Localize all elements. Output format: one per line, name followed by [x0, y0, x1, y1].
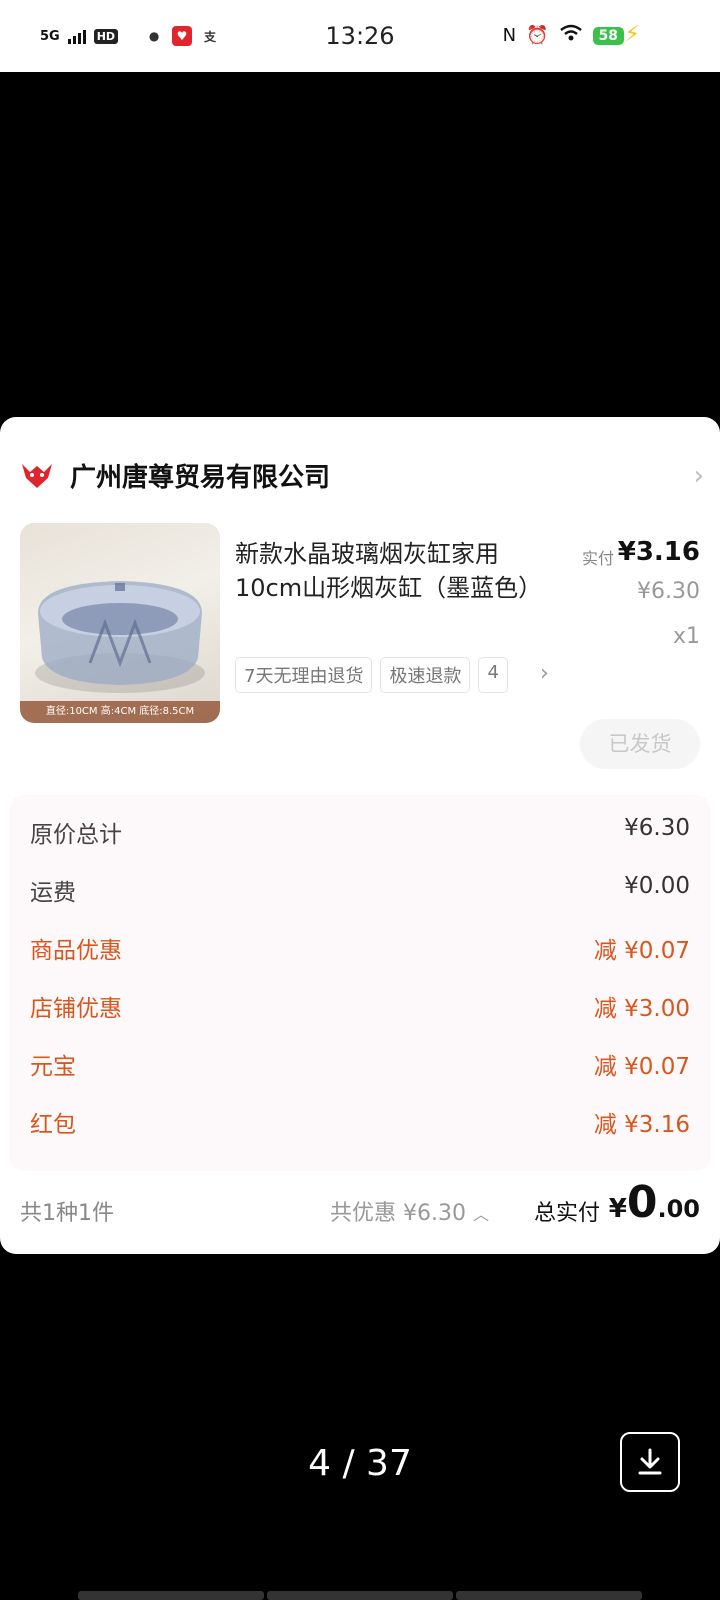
tag-more: 4: [478, 657, 508, 693]
image-pager: 4 / 37: [308, 1443, 412, 1484]
chevron-up-icon: ︿: [472, 1205, 489, 1224]
fee-value: 减 ¥3.16: [593, 1112, 690, 1138]
fee-label: 原价总计: [30, 822, 122, 848]
download-button[interactable]: [620, 1432, 680, 1492]
fee-row-shop-discount: 店铺优惠 减 ¥3.00: [30, 989, 690, 1023]
fee-value: ¥0.00: [624, 873, 690, 899]
nfc-icon: Ν: [502, 25, 517, 46]
shop-header[interactable]: 广州唐尊贸易有限公司: [20, 457, 330, 494]
status-bar: 5G HD ● ♥ 支 13:26 Ν ⏰ 58 ⚡: [0, 0, 720, 72]
shop-name: 广州唐尊贸易有限公司: [70, 463, 331, 493]
fee-row-shipping: 运费 ¥0.00: [30, 873, 690, 907]
charging-icon: ⚡: [624, 22, 640, 47]
total-discount-toggle[interactable]: 共优惠 ¥6.30 ︿: [330, 1195, 489, 1227]
fee-value: 减 ¥0.07: [593, 1054, 690, 1080]
fee-value: 减 ¥3.00: [593, 996, 690, 1022]
gesture-bar[interactable]: [78, 1591, 642, 1600]
total-label: 总实付: [534, 1201, 601, 1226]
total-discount: 共优惠 ¥6.30: [330, 1201, 466, 1226]
fee-value: ¥6.30: [624, 815, 690, 841]
shop-logo-icon: [20, 462, 54, 490]
chevron-right-icon[interactable]: ›: [540, 661, 549, 686]
fee-label: 元宝: [30, 1054, 76, 1080]
paid-price: ¥3.16: [617, 537, 700, 567]
product-title[interactable]: 新款水晶玻璃烟灰缸家用10cm山形烟灰缸（墨蓝色）: [235, 537, 555, 605]
fee-row-product-discount: 商品优惠 减 ¥0.07: [30, 931, 690, 965]
item-count: 共1种1件: [20, 1201, 114, 1226]
quantity: x1: [672, 624, 700, 649]
battery-indicator: 58: [592, 26, 624, 45]
fee-label: 运费: [30, 880, 76, 906]
tag-refund: 极速退款: [380, 657, 471, 693]
tag-return: 7天无理由退货: [235, 657, 373, 693]
wifi-icon: [559, 24, 583, 47]
fee-label: 商品优惠: [30, 938, 122, 964]
fee-breakdown: 原价总计 ¥6.30 运费 ¥0.00 商品优惠 减 ¥0.07 店铺优惠 减 …: [10, 795, 710, 1171]
fee-row-red-packet: 红包 减 ¥3.16: [30, 1105, 690, 1139]
fee-label: 红包: [30, 1112, 76, 1138]
product-image[interactable]: 直径:10CM 高:4CM 底径:8.5CM: [20, 523, 220, 723]
shipped-status-button[interactable]: 已发货: [580, 719, 700, 769]
image-caption: 直径:10CM 高:4CM 底径:8.5CM: [20, 701, 220, 723]
order-summary: 共1种1件 共优惠 ¥6.30 ︿ 总实付 ¥0.00: [0, 1177, 720, 1245]
download-icon: [638, 1448, 662, 1475]
total-currency: ¥: [608, 1194, 627, 1224]
total-integer: 0: [626, 1177, 658, 1228]
alarm-icon: ⏰: [526, 25, 549, 46]
order-card: 广州唐尊贸易有限公司 › 直径:10CM 高:4CM 底径:8.5CM 新款水晶…: [0, 417, 720, 1254]
fee-row-yuanbao: 元宝 减 ¥0.07: [30, 1047, 690, 1081]
total-paid: ¥0.00: [609, 1177, 700, 1228]
original-price: ¥6.30: [637, 579, 700, 604]
total-decimal: .00: [657, 1195, 700, 1223]
chevron-right-icon[interactable]: ›: [694, 461, 704, 491]
fee-value: 减 ¥0.07: [593, 938, 690, 964]
paid-label: 实付: [581, 549, 614, 568]
fee-label: 店铺优惠: [30, 996, 122, 1022]
fee-row-original: 原价总计 ¥6.30: [30, 815, 690, 849]
service-tags[interactable]: 7天无理由退货 极速退款 4: [235, 657, 535, 693]
